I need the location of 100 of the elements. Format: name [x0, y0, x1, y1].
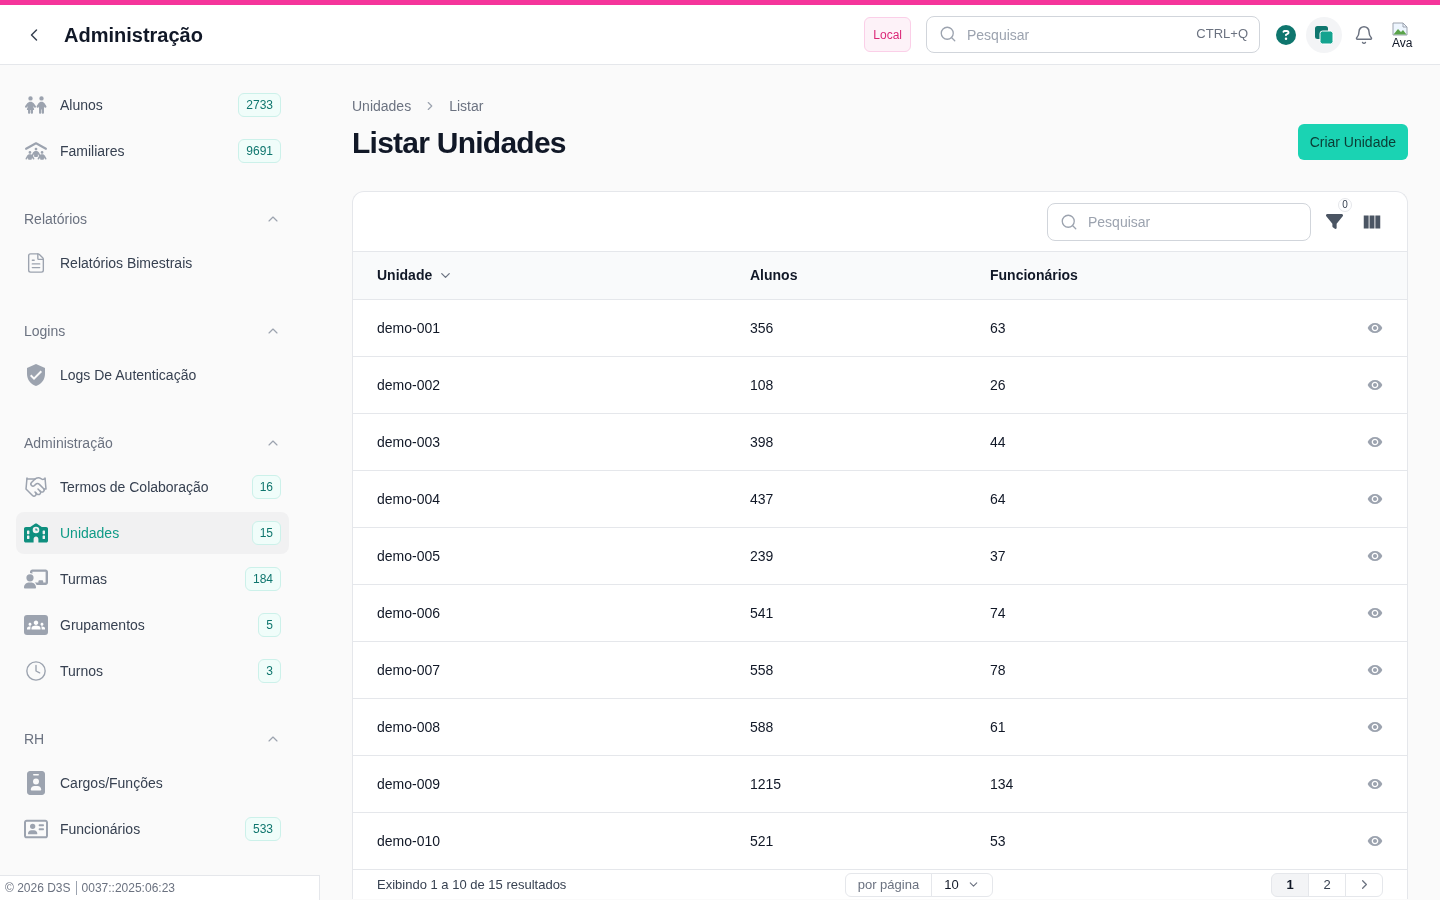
broken-image-icon — [1392, 19, 1408, 36]
count-badge: 3 — [258, 659, 281, 683]
table-cell: 356 — [750, 319, 774, 336]
search-icon — [939, 25, 957, 43]
results-summary: Exibindo 1 a 10 de 15 resultados — [377, 875, 567, 894]
page-button[interactable]: 1 — [1271, 872, 1309, 897]
table-cell: demo-010 — [377, 832, 441, 849]
view-eye-icon[interactable] — [1367, 662, 1383, 678]
count-badge: 2733 — [238, 93, 281, 117]
table-cell: demo-003 — [377, 433, 441, 450]
table-cell: 44 — [990, 433, 1006, 450]
table-cell: 588 — [750, 718, 774, 735]
sidebar-item[interactable]: Turmas 184 — [16, 558, 289, 600]
table-cell: 437 — [750, 490, 774, 507]
column-header[interactable]: Funcionários — [990, 265, 1078, 286]
clock-icon — [25, 660, 47, 682]
apps-button[interactable] — [1306, 16, 1342, 53]
id-card-icon — [24, 817, 48, 841]
view-eye-icon[interactable] — [1367, 776, 1383, 792]
id-badge-icon — [24, 771, 48, 795]
column-header[interactable]: Unidade — [377, 265, 454, 286]
table-cell: 63 — [990, 319, 1006, 336]
next-page-button[interactable] — [1345, 872, 1383, 897]
count-badge: 184 — [244, 567, 281, 591]
avatar-alt-text: Ava — [1392, 35, 1413, 50]
table-cell: 64 — [990, 490, 1006, 507]
breadcrumb-link[interactable]: Unidades — [352, 95, 412, 117]
table-cell: 108 — [750, 376, 774, 393]
table-search-field[interactable]: Pesquisar — [1047, 202, 1311, 241]
group-icon — [24, 615, 48, 635]
table-cell: 521 — [750, 832, 774, 849]
section-heading: RH — [24, 729, 45, 749]
table-cell: 134 — [990, 775, 1014, 792]
view-eye-icon[interactable] — [1367, 491, 1383, 507]
sidebar-item[interactable]: Grupamentos 5 — [16, 604, 289, 646]
count-badge: 9691 — [238, 139, 281, 163]
count-badge: 5 — [258, 613, 281, 637]
sidebar-item[interactable]: Funcionários 533 — [16, 808, 289, 850]
sidebar-item[interactable]: Termos de Colaboração 16 — [16, 466, 289, 508]
shortcut-hint: CTRL+Q — [1196, 26, 1248, 42]
build-version-text: 0037::2025:06:23 — [81, 880, 175, 897]
filter-icon[interactable] — [1326, 213, 1343, 230]
sidebar-item[interactable]: Alunos 2733 — [16, 84, 289, 126]
notifications-icon[interactable] — [1354, 24, 1374, 45]
per-page-select[interactable]: 10 — [931, 872, 993, 897]
view-eye-icon[interactable] — [1367, 320, 1383, 336]
section-heading: Administração — [24, 433, 113, 453]
table-cell: 74 — [990, 604, 1006, 621]
table-cell: 541 — [750, 604, 774, 621]
stacked-squares-icon — [1314, 24, 1334, 45]
view-eye-icon[interactable] — [1367, 434, 1383, 450]
create-button[interactable]: Criar Unidade — [1297, 124, 1408, 160]
sidebar-item[interactable]: Turnos 3 — [16, 650, 289, 692]
count-badge: 16 — [251, 475, 281, 499]
table-cell: 53 — [990, 832, 1006, 849]
teacher-board-icon — [24, 567, 48, 591]
table-cell: demo-009 — [377, 775, 441, 792]
table-cell: demo-007 — [377, 661, 441, 678]
page-section-title: Administração — [64, 22, 203, 48]
count-badge: 533 — [244, 817, 281, 841]
sidebar-item[interactable]: Logs De Autenticação — [16, 354, 289, 396]
school-building-icon — [24, 521, 48, 545]
view-eye-icon[interactable] — [1367, 719, 1383, 735]
page-button[interactable]: 2 — [1308, 872, 1346, 897]
per-page-label: por página — [844, 872, 933, 897]
table-cell: demo-005 — [377, 547, 441, 564]
table-cell: 78 — [990, 661, 1006, 678]
view-eye-icon[interactable] — [1367, 833, 1383, 849]
sidebar-item[interactable]: Unidades 15 — [16, 512, 289, 554]
column-header[interactable]: Alunos — [750, 265, 798, 286]
table-cell: demo-001 — [377, 319, 441, 336]
environment-badge: Local — [864, 17, 911, 52]
page-title: Listar Unidades — [352, 124, 566, 161]
view-eye-icon[interactable] — [1367, 377, 1383, 393]
sidebar-item[interactable]: Relatórios Bimestrais — [16, 242, 289, 284]
table-cell: 398 — [750, 433, 774, 450]
table-cell: 61 — [990, 718, 1006, 735]
document-icon — [25, 252, 47, 274]
search-icon — [1060, 212, 1078, 231]
table-cell: demo-002 — [377, 376, 441, 393]
sidebar-item[interactable]: Familiares 9691 — [16, 130, 289, 172]
table-cell: 26 — [990, 376, 1006, 393]
shield-check-icon — [24, 363, 48, 387]
sidebar-item[interactable]: Cargos/Funções — [16, 762, 289, 804]
view-eye-icon[interactable] — [1367, 605, 1383, 621]
table-cell: 558 — [750, 661, 774, 678]
table-cell: 239 — [750, 547, 774, 564]
section-heading: Logins — [24, 321, 66, 341]
children-icon — [25, 94, 47, 116]
table-cell: demo-006 — [377, 604, 441, 621]
family-house-icon — [25, 140, 47, 162]
help-icon[interactable] — [1276, 24, 1296, 45]
table-cell: 1215 — [750, 775, 782, 792]
copyright-text: © 2026 D3S — [5, 880, 71, 897]
table-cell: 37 — [990, 547, 1006, 564]
table-cell: demo-004 — [377, 490, 441, 507]
section-heading: Relatórios — [24, 209, 88, 229]
handshake-icon — [24, 475, 48, 499]
view-eye-icon[interactable] — [1367, 548, 1383, 564]
filter-count-badge: 0 — [1338, 197, 1352, 212]
